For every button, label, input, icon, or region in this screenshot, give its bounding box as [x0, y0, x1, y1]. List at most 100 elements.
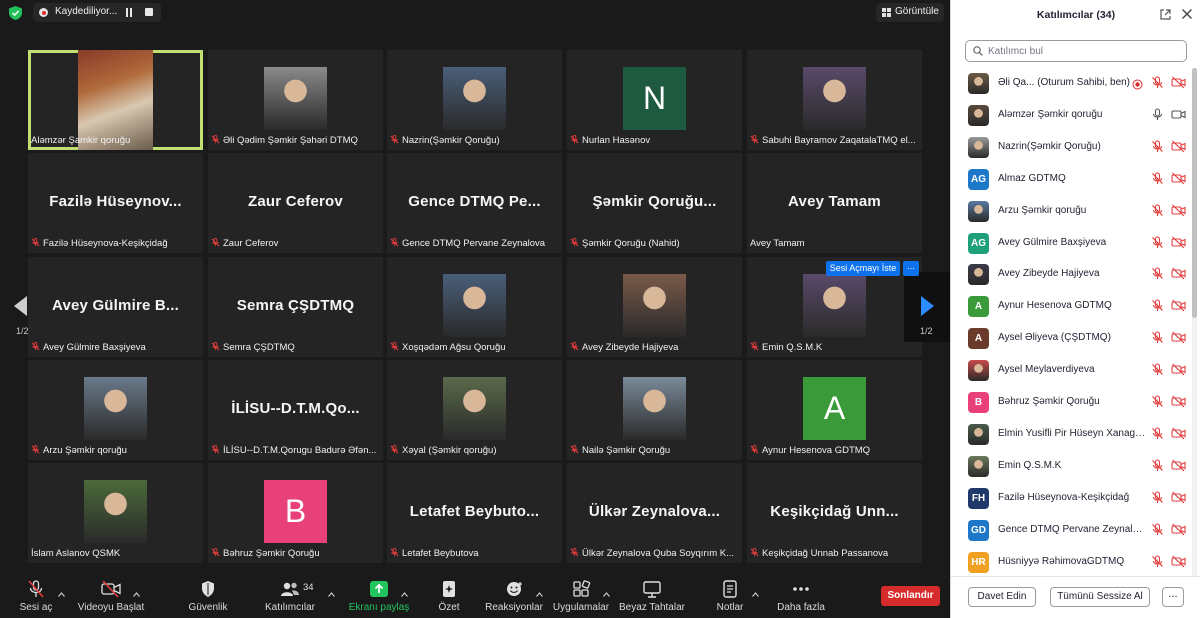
participant-tile[interactable]: Keşikçidağ Unn... Keşikçidağ Unnab Passan…: [747, 463, 922, 563]
participant-tile[interactable]: Fazilə Hüseynov... Fazilə Hüseynova-Keşik…: [28, 153, 203, 253]
previous-page-button[interactable]: 1/2: [0, 272, 45, 342]
video-off-icon[interactable]: [1171, 299, 1186, 312]
participant-row[interactable]: FH Fazilə Hüseynova-Keşikçidağ: [951, 483, 1191, 514]
close-icon[interactable]: [1181, 8, 1193, 20]
mic-muted-icon[interactable]: [1151, 331, 1164, 344]
participant-tile[interactable]: Nailə Şəmkir Qoruğu: [567, 360, 742, 460]
popout-icon[interactable]: [1160, 9, 1171, 20]
participant-row[interactable]: GD Gence DTMQ Pervane Zeynalova: [951, 515, 1191, 546]
video-off-icon[interactable]: [1171, 491, 1186, 504]
participant-tile[interactable]: Aləmzər Şamkir qoruğu: [28, 50, 203, 150]
participant-tile[interactable]: Xəyal (Şəmkir qoruğu): [387, 360, 562, 460]
chevron-up-icon[interactable]: [536, 584, 543, 597]
participant-row[interactable]: A Aysel Əliyeva (ÇŞDTMQ): [951, 323, 1191, 354]
participant-row[interactable]: AG Almaz GDTMQ: [951, 164, 1191, 195]
video-off-icon[interactable]: [1171, 363, 1186, 376]
participant-tile[interactable]: Xoşqədəm Ağsu Qoruğu: [387, 257, 562, 357]
chevron-up-icon[interactable]: [328, 584, 335, 597]
ask-to-unmute-button[interactable]: Sesi Açmayı İste: [826, 261, 900, 276]
video-off-icon[interactable]: [1171, 140, 1186, 153]
mute-all-button[interactable]: Tümünü Sessize Al: [1050, 587, 1150, 607]
participant-row[interactable]: Emin Q.S.M.K: [951, 451, 1191, 482]
participant-tile[interactable]: Nazrin(Şəmkir Qoruğu): [387, 50, 562, 150]
mic-muted-icon[interactable]: [1151, 491, 1164, 504]
pause-recording-icon[interactable]: [125, 8, 133, 17]
participant-tile[interactable]: A Aynur Hesenova GDTMQ: [747, 360, 922, 460]
video-off-icon[interactable]: [1171, 523, 1186, 536]
video-off-icon[interactable]: [1171, 204, 1186, 217]
participant-list-scrollbar[interactable]: [1192, 68, 1197, 576]
mic-muted-icon[interactable]: [1151, 172, 1164, 185]
participant-tile[interactable]: Ülkər Zeynalova... Ülkər Zeynalova Quba S…: [567, 463, 742, 563]
participant-tile[interactable]: İslam Aslanov QSMK: [28, 463, 203, 563]
participant-row[interactable]: A Aynur Hesenova GDTMQ: [951, 291, 1191, 322]
participant-tile[interactable]: Arzu Şəmkir qoruğu: [28, 360, 203, 460]
panel-more-button[interactable]: ...: [1162, 587, 1184, 607]
participant-row[interactable]: Elmin Yusifli Pir Hüseyn Xanaga...: [951, 419, 1191, 450]
video-off-icon[interactable]: [1171, 267, 1186, 280]
chevron-up-icon[interactable]: [752, 584, 759, 597]
participant-row[interactable]: Aləmzər Şəmkir qoruğu: [951, 100, 1191, 131]
encryption-shield-icon[interactable]: [9, 6, 22, 20]
mic-muted-icon[interactable]: [1151, 363, 1164, 376]
participant-row[interactable]: Avey Zibeyde Hajiyeva: [951, 259, 1191, 290]
end-meeting-button[interactable]: Sonlandır: [881, 586, 940, 606]
mic-muted-icon[interactable]: [1151, 554, 1164, 568]
video-icon[interactable]: [1171, 108, 1186, 121]
participant-tile[interactable]: Avey Zibeyde Hajiyeva: [567, 257, 742, 357]
stop-recording-icon[interactable]: [145, 8, 153, 16]
next-page-button[interactable]: 1/2: [904, 272, 950, 342]
video-off-icon[interactable]: [1171, 427, 1186, 440]
participant-search-input[interactable]: [988, 44, 1178, 58]
chevron-up-icon[interactable]: [58, 584, 65, 597]
participant-row[interactable]: Nazrin(Şəmkir Qoruğu): [951, 132, 1191, 163]
participant-tile[interactable]: Əli Qədim Şəmkir Şəhəri DTMQ: [208, 50, 383, 150]
mic-icon[interactable]: [1151, 108, 1164, 121]
invite-button[interactable]: Davet Edin: [968, 587, 1036, 607]
view-button-label: Görüntüle: [895, 6, 939, 17]
participant-tile[interactable]: Sabuhi Bayramov ZaqatalaTMQ el...: [747, 50, 922, 150]
mic-muted-icon[interactable]: [1151, 395, 1164, 408]
participant-row[interactable]: Əli Qa... (Oturum Sahibi, ben): [951, 68, 1191, 99]
participant-tile[interactable]: Avey Gülmire B... Avey Gülmire Baxşiyeva: [28, 257, 203, 357]
mic-muted-icon[interactable]: [1151, 459, 1164, 472]
video-off-icon[interactable]: [1171, 459, 1186, 472]
participant-tile[interactable]: Zaur Ceferov Zaur Ceferov: [208, 153, 383, 253]
mic-muted-icon[interactable]: [1151, 76, 1164, 89]
participant-tile[interactable]: İLİSU--D.T.M.Qo... İLİSU--D.T.M.Qorugu Ba…: [208, 360, 383, 460]
mic-muted-icon[interactable]: [1151, 267, 1164, 280]
mic-muted-icon[interactable]: [1151, 299, 1164, 312]
participant-tile[interactable]: B Bəhruz Şəmkir Qoruğu: [208, 463, 383, 563]
participant-name: Letafet Beybutova: [402, 548, 479, 559]
chevron-up-icon[interactable]: [401, 584, 408, 597]
video-off-icon[interactable]: [1171, 172, 1186, 185]
mic-muted-icon[interactable]: [1151, 204, 1164, 217]
video-off-icon[interactable]: [1171, 395, 1186, 408]
participant-row[interactable]: HR Hüsniyyə RəhimovaGDTMQ: [951, 547, 1191, 577]
participant-row[interactable]: Aysel Meylaverdiyeva: [951, 355, 1191, 386]
mic-muted-icon[interactable]: [1151, 235, 1164, 249]
video-off-icon[interactable]: [1171, 331, 1186, 344]
participant-tile[interactable]: N Nurlan Hasənov: [567, 50, 742, 150]
participant-row[interactable]: Arzu Şəmkir qoruğu: [951, 196, 1191, 227]
participant-tile[interactable]: Semra ÇŞDTMQ Semra ÇŞDTMQ: [208, 257, 383, 357]
video-off-icon[interactable]: [1171, 76, 1186, 89]
mic-muted-icon[interactable]: [1151, 427, 1164, 440]
video-off-icon[interactable]: [1171, 555, 1186, 568]
participant-tile[interactable]: Şəmkir Qoruğu... Şəmkir Qoruğu (Nahid): [567, 153, 742, 253]
view-button[interactable]: Görüntüle: [876, 3, 944, 22]
participant-row[interactable]: B Bəhruz Şəmkir Qoruğu: [951, 387, 1191, 418]
video-off-icon[interactable]: [1171, 236, 1186, 249]
chevron-up-icon[interactable]: [603, 584, 610, 597]
participant-tile[interactable]: Avey Tamam Avey Tamam: [747, 153, 922, 253]
participant-tile[interactable]: Letafet Beybuto... Letafet Beybutova: [387, 463, 562, 563]
tile-more-options-button[interactable]: ...: [903, 261, 919, 276]
participant-tile[interactable]: Gence DTMQ Pe... Gence DTMQ Pervane Zeyna…: [387, 153, 562, 253]
mic-muted-icon[interactable]: [1151, 523, 1164, 536]
participant-row[interactable]: AG Avey Gülmire Baxşiyeva: [951, 228, 1191, 259]
participant-search-field[interactable]: [965, 40, 1187, 62]
mic-muted-icon[interactable]: [1151, 140, 1164, 153]
scrollbar-thumb[interactable]: [1192, 68, 1197, 318]
chevron-up-icon[interactable]: [133, 584, 140, 597]
participant-name-label: Nailə Şəmkir Qoruğu: [570, 444, 739, 458]
